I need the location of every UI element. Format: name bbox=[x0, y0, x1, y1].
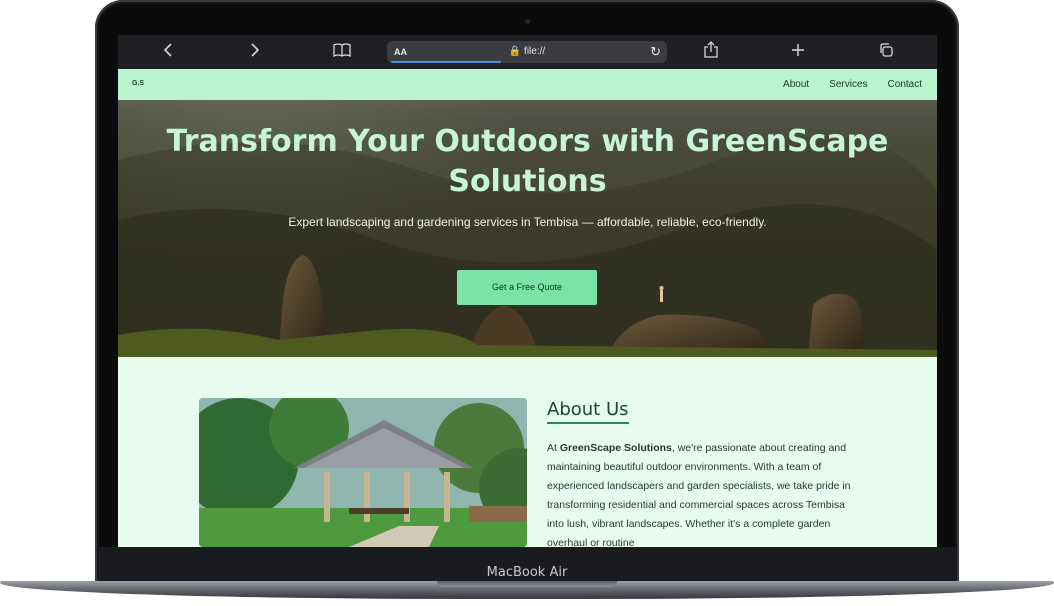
url-text: 🔒 file:// bbox=[508, 46, 546, 57]
about-heading: About Us bbox=[547, 399, 629, 420]
book-icon[interactable] bbox=[327, 41, 357, 63]
nav-links: About Services Contact bbox=[783, 79, 922, 90]
share-icon[interactable] bbox=[696, 41, 726, 63]
laptop-opening-notch bbox=[437, 581, 617, 587]
load-progress bbox=[391, 61, 501, 63]
tabs-icon[interactable] bbox=[871, 41, 901, 63]
browser-toolbar: AA 🔒 file:// ↻ bbox=[118, 35, 937, 69]
model-label: MacBook Air bbox=[486, 565, 568, 580]
site-logo[interactable]: G.S bbox=[132, 80, 144, 87]
nav-contact-link[interactable]: Contact bbox=[888, 79, 922, 90]
browser-screen: AA 🔒 file:// ↻ G.S About Services Contac… bbox=[118, 35, 937, 547]
address-bar[interactable]: AA 🔒 file:// ↻ bbox=[387, 41, 667, 63]
about-company-name: GreenScape Solutions bbox=[559, 442, 672, 454]
chevron-right-icon[interactable] bbox=[240, 41, 270, 63]
about-text-after: , we're passionate about creating and ma… bbox=[547, 442, 851, 547]
free-quote-button[interactable]: Get a Free Quote bbox=[457, 270, 597, 305]
hero-title: Transform Your Outdoors with GreenScape … bbox=[166, 124, 889, 199]
hero-section: Transform Your Outdoors with GreenScape … bbox=[118, 100, 937, 357]
about-gazebo-image bbox=[199, 398, 527, 547]
chevron-left-icon[interactable] bbox=[153, 41, 183, 63]
site-navbar: G.S About Services Contact bbox=[118, 69, 937, 100]
nav-services-link[interactable]: Services bbox=[829, 79, 867, 90]
reload-icon[interactable]: ↻ bbox=[650, 41, 661, 63]
nav-about-link[interactable]: About bbox=[783, 79, 809, 90]
about-text-before: At bbox=[547, 442, 560, 454]
camera-dot bbox=[525, 19, 530, 24]
about-paragraph: At GreenScape Solutions, we're passionat… bbox=[547, 439, 857, 547]
about-heading-underline bbox=[547, 422, 629, 424]
hero-subtitle: Expert landscaping and gardening service… bbox=[288, 215, 767, 229]
plus-icon[interactable] bbox=[783, 41, 813, 63]
